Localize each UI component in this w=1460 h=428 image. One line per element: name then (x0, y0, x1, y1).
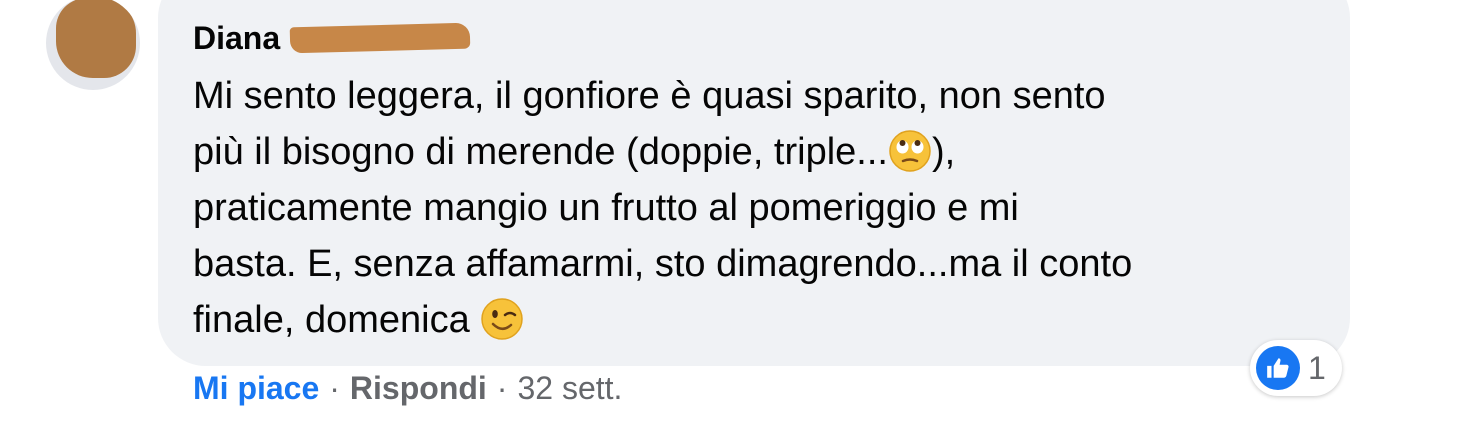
reaction-summary[interactable]: 1 (1250, 340, 1342, 396)
avatar[interactable] (46, 0, 140, 90)
timestamp[interactable]: 32 sett. (517, 370, 622, 407)
surname-redaction (289, 22, 471, 54)
wink-emoji (481, 298, 524, 340)
comment-line: più il bisogno di merende (doppie, tripl… (193, 130, 956, 173)
comment-actions: Mi piace · Rispondi · 32 sett. (193, 370, 622, 407)
comment-line: Mi sento leggera, il gonfiore è quasi sp… (193, 75, 1106, 117)
comment-line: finale, domenica (193, 292, 1333, 348)
comment-line: basta. E, senza affamarmi, sto dimagrend… (193, 243, 1133, 285)
separator: · (496, 370, 508, 406)
avatar-redaction (56, 0, 136, 78)
comment-text: Mi sento leggera, il gonfiore è quasi sp… (193, 68, 1333, 348)
reply-button[interactable]: Rispondi (350, 370, 487, 407)
comment-line: praticamente mangio un frutto al pomerig… (193, 187, 1019, 229)
thumbs-up-icon (1256, 346, 1300, 390)
separator: · (329, 370, 340, 406)
author-name[interactable]: Diana (193, 20, 280, 57)
eye-roll-emoji (889, 130, 931, 172)
reaction-count: 1 (1308, 349, 1326, 386)
comment: Diana Mi sento leggera, il gonfiore è qu… (0, 0, 1460, 428)
author-line: Diana (193, 18, 471, 58)
like-button[interactable]: Mi piace (193, 370, 319, 407)
